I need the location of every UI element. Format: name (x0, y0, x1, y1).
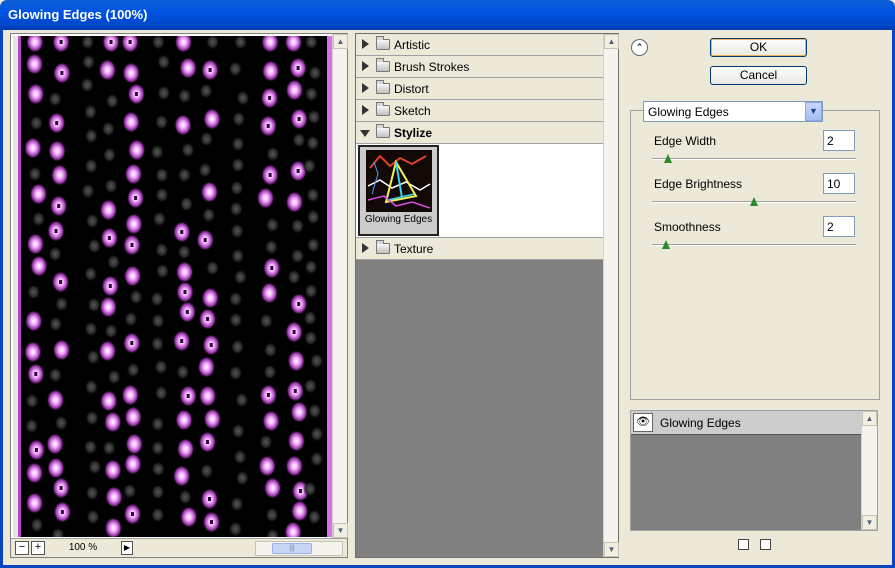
scroll-up-icon[interactable]: ▲ (333, 34, 348, 49)
effect-layer-row[interactable]: 👁 Glowing Edges (631, 411, 861, 435)
filter-select-value: Glowing Edges (648, 105, 729, 119)
edge-brightness-label: Edge Brightness (654, 177, 743, 191)
zoom-bar: − + 100 % ▶ ||| (11, 538, 347, 557)
filter-gallery-tree: Artistic Brush Strokes Distort Sketch St… (355, 33, 619, 558)
edge-brightness-input[interactable]: 10 (823, 173, 855, 194)
window-title: Glowing Edges (100%) (8, 7, 148, 22)
thumbnail-label: Glowing Edges (364, 214, 433, 225)
smoothness-input[interactable]: 2 (823, 216, 855, 237)
glowing-edges-thumbnail-image (366, 150, 432, 212)
ok-button[interactable]: OK (710, 38, 807, 57)
glowing-edges-preview (13, 36, 332, 537)
folder-icon (376, 58, 390, 72)
tree-scrollbar[interactable]: ▲ ▼ (603, 34, 619, 557)
zoom-level[interactable]: 100 % (53, 541, 113, 555)
edge-width-label: Edge Width (654, 134, 717, 148)
title-bar: Glowing Edges (100%) (0, 0, 895, 30)
effect-layers-panel: 👁 Glowing Edges ▲ ▼ (630, 410, 878, 531)
expand-triangle-icon[interactable] (362, 243, 369, 253)
preview-image[interactable] (13, 36, 332, 537)
scroll-down-icon[interactable]: ▼ (862, 515, 877, 530)
open-folder-icon (376, 124, 390, 138)
category-brush-strokes[interactable]: Brush Strokes (356, 56, 604, 78)
scroll-up-icon[interactable]: ▲ (604, 34, 619, 49)
scroll-down-icon[interactable]: ▼ (604, 542, 619, 557)
edge-width-input[interactable]: 2 (823, 130, 855, 151)
layers-scrollbar[interactable]: ▲ ▼ (861, 411, 877, 530)
scroll-up-icon[interactable]: ▲ (862, 411, 877, 426)
zoom-in-button[interactable]: + (31, 541, 45, 555)
scroll-thumb[interactable]: ||| (272, 543, 312, 554)
filter-select[interactable]: Glowing Edges ▼ (643, 101, 823, 122)
stylize-thumbnails: Glowing Edges (356, 144, 604, 238)
collapse-triangle-icon[interactable] (360, 130, 370, 137)
category-distort[interactable]: Distort (356, 78, 604, 100)
category-stylize[interactable]: Stylize (356, 122, 604, 144)
cancel-button[interactable]: Cancel (710, 66, 807, 85)
zoom-out-button[interactable]: − (15, 541, 29, 555)
edge-width-slider-thumb[interactable] (664, 154, 673, 163)
expand-triangle-icon[interactable] (362, 83, 369, 93)
preview-glow-dots (18, 36, 324, 537)
scroll-down-icon[interactable]: ▼ (333, 523, 348, 538)
folder-icon (376, 80, 390, 94)
smoothness-label: Smoothness (654, 220, 721, 234)
edge-width-slider[interactable] (652, 158, 856, 160)
preview-horizontal-scrollbar[interactable]: ||| (255, 541, 343, 556)
category-sketch[interactable]: Sketch (356, 100, 604, 122)
category-artistic[interactable]: Artistic (356, 34, 604, 56)
expand-triangle-icon[interactable] (362, 105, 369, 115)
edge-brightness-slider-thumb[interactable] (750, 197, 758, 206)
zoom-menu-button[interactable]: ▶ (121, 541, 133, 555)
new-effect-layer-icon[interactable] (738, 539, 749, 550)
folder-icon (376, 36, 390, 50)
folder-icon (376, 240, 390, 254)
collapse-gallery-button[interactable]: ⌃ (631, 39, 648, 56)
eye-icon[interactable]: 👁 (633, 413, 653, 432)
trash-icon[interactable] (760, 539, 771, 550)
smoothness-slider-thumb[interactable] (662, 240, 671, 249)
folder-icon (376, 102, 390, 116)
effect-layer-name: Glowing Edges (660, 416, 741, 430)
filter-thumbnail-glowing-edges[interactable]: Glowing Edges (358, 145, 439, 236)
expand-triangle-icon[interactable] (362, 39, 369, 49)
chevron-down-icon[interactable]: ▼ (805, 102, 822, 121)
preview-vertical-scrollbar[interactable]: ▲ ▼ (332, 34, 348, 538)
smoothness-slider[interactable] (652, 244, 856, 246)
preview-panel: ▲ ▼ − + 100 % ▶ ||| (10, 33, 348, 558)
category-texture[interactable]: Texture (356, 238, 604, 260)
expand-triangle-icon[interactable] (362, 61, 369, 71)
